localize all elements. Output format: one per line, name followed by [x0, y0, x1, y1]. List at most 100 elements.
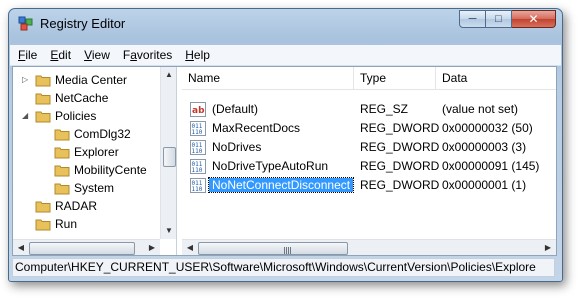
- folder-icon: [35, 93, 51, 104]
- folder-icon: [54, 183, 70, 194]
- tree-item-label: Media Center: [55, 73, 128, 87]
- minimize-button[interactable]: ─: [459, 10, 486, 28]
- status-bar: Computer\HKEY_CURRENT_USER\Software\Micr…: [12, 258, 555, 277]
- dword-value-icon: 011110: [190, 121, 206, 136]
- values-list[interactable]: Name Type Data ab (Default) REG_SZ (valu…: [182, 67, 556, 255]
- folder-icon: [35, 75, 51, 86]
- menu-view[interactable]: View: [84, 48, 110, 62]
- maximize-icon: □: [495, 13, 502, 25]
- menu-edit[interactable]: Edit: [50, 48, 71, 62]
- tree-item-explorer[interactable]: Explorer: [54, 143, 119, 161]
- dword-value-icon: 011110: [190, 178, 206, 193]
- scroll-down-icon[interactable]: ▼: [161, 223, 176, 239]
- close-button[interactable]: ✕: [512, 10, 556, 28]
- tree-vertical-scrollbar[interactable]: ▲ ▼: [160, 67, 176, 239]
- folder-open-icon: [35, 111, 51, 122]
- folder-icon: [54, 147, 70, 158]
- tree-item-policies[interactable]: ◢ Policies: [22, 107, 97, 125]
- key-tree[interactable]: ▷ Media Center NetCache ◢ Policies ComDl…: [13, 67, 177, 255]
- value-name: (Default): [212, 102, 259, 116]
- close-icon: ✕: [528, 12, 539, 26]
- scroll-right-icon[interactable]: ▶: [144, 240, 160, 255]
- list-item[interactable]: 011 110 MaxRecentDocs REG_DWORD 0x0000003…: [182, 119, 556, 138]
- list-header: Name Type Data: [182, 67, 556, 90]
- list-item[interactable]: ab (Default) REG_SZ (value not set): [182, 100, 556, 119]
- scrollbar-thumb[interactable]: [198, 242, 348, 255]
- scroll-up-icon[interactable]: ▲: [161, 67, 176, 83]
- tree-item-run[interactable]: Run: [35, 215, 77, 233]
- menu-help-label: elp: [193, 48, 210, 62]
- tree-item-radar[interactable]: RADAR: [35, 197, 97, 215]
- menu-view-accel: V: [84, 48, 92, 62]
- value-type: REG_SZ: [360, 102, 409, 116]
- menu-favorites[interactable]: Favorites: [123, 48, 172, 62]
- column-header-name[interactable]: Name: [182, 67, 354, 89]
- collapse-arrow-icon[interactable]: ◢: [22, 112, 30, 120]
- value-name: NoDriveTypeAutoRun: [212, 159, 329, 173]
- tree-item-system[interactable]: System: [54, 179, 114, 197]
- scroll-left-icon[interactable]: ◀: [13, 240, 29, 255]
- dword-value-icon: 011110: [190, 159, 206, 174]
- dword-value-icon: 011110: [190, 140, 206, 155]
- column-header-type[interactable]: Type: [354, 67, 436, 89]
- value-data: 0x00000091 (145): [442, 159, 540, 173]
- value-data: 0x00000001 (1): [442, 178, 527, 192]
- status-path: Computer\HKEY_CURRENT_USER\Software\Micr…: [15, 260, 536, 274]
- folder-icon: [35, 219, 51, 230]
- string-value-icon: ab: [190, 102, 206, 117]
- menu-file[interactable]: File: [18, 48, 37, 62]
- tree-item-label: MobilityCente: [74, 163, 147, 177]
- tree-item-label: Explorer: [74, 145, 119, 159]
- grip-icon: [284, 247, 292, 254]
- svg-text:ab: ab: [192, 106, 205, 116]
- tree-item-comdlg32[interactable]: ComDlg32: [54, 125, 131, 143]
- tree-item-label: NetCache: [55, 91, 109, 105]
- list-item[interactable]: 011 110 NoDriveTypeAutoRun REG_DWORD 0x00…: [182, 157, 556, 176]
- svg-text:110: 110: [192, 167, 203, 174]
- value-type: REG_DWORD: [360, 178, 440, 192]
- registry-editor-icon: [18, 16, 33, 31]
- list-item-selected[interactable]: 011 110 NoNetConnectDisconnect REG_DWORD …: [182, 176, 556, 195]
- scrollbar-thumb[interactable]: [163, 147, 176, 167]
- menu-view-label: iew: [91, 48, 110, 62]
- menu-favorites-label: vorites: [136, 48, 173, 62]
- registry-editor-window: Registry Editor ─ □ ✕ File Edit View Fav…: [8, 8, 563, 282]
- minimize-icon: ─: [468, 13, 477, 25]
- tree-item-label: ComDlg32: [74, 127, 131, 141]
- menu-help-accel: H: [185, 48, 194, 62]
- window-title: Registry Editor: [40, 16, 126, 31]
- value-name: MaxRecentDocs: [212, 121, 301, 135]
- value-data: 0x00000032 (50): [442, 121, 533, 135]
- menu-file-label: ile: [25, 48, 38, 62]
- svg-text:110: 110: [192, 148, 203, 155]
- folder-icon: [35, 201, 51, 212]
- value-data: (value not set): [442, 102, 519, 116]
- tree-item-label: RADAR: [55, 199, 98, 213]
- tree-item-media-center[interactable]: ▷ Media Center: [22, 71, 128, 89]
- maximize-button[interactable]: □: [486, 10, 512, 28]
- expand-arrow-icon[interactable]: ▷: [22, 76, 30, 84]
- menu-edit-label: dit: [58, 48, 72, 62]
- tree-horizontal-scrollbar[interactable]: ◀ ▶: [13, 239, 160, 255]
- folder-icon: [54, 165, 70, 176]
- scrollbar-thumb[interactable]: [29, 242, 135, 255]
- title-bar[interactable]: Registry Editor ─ □ ✕: [9, 9, 562, 39]
- list-horizontal-scrollbar[interactable]: ◀ ▶: [182, 239, 556, 255]
- svg-text:110: 110: [192, 129, 203, 136]
- tree-item-mobilitycenter[interactable]: MobilityCente: [54, 161, 147, 179]
- menu-favorites-accel: a: [130, 48, 137, 62]
- folder-icon: [54, 129, 70, 140]
- tree-item-label: Policies: [55, 109, 97, 123]
- value-type: REG_DWORD: [360, 121, 440, 135]
- scroll-left-icon[interactable]: ◀: [182, 240, 198, 255]
- list-item[interactable]: 011 110 NoDrives REG_DWORD 0x00000003 (3): [182, 138, 556, 157]
- caption-buttons: ─ □ ✕: [459, 10, 556, 28]
- menu-help[interactable]: Help: [185, 48, 210, 62]
- tree-item-label: System: [74, 181, 115, 195]
- main-panes: ▷ Media Center NetCache ◢ Policies ComDl…: [12, 66, 557, 256]
- column-header-data[interactable]: Data: [436, 67, 556, 89]
- menu-bar: File Edit View Favorites Help: [10, 45, 561, 66]
- svg-text:110: 110: [192, 186, 203, 193]
- scroll-right-icon[interactable]: ▶: [540, 240, 556, 255]
- tree-item-netcache[interactable]: NetCache: [35, 89, 108, 107]
